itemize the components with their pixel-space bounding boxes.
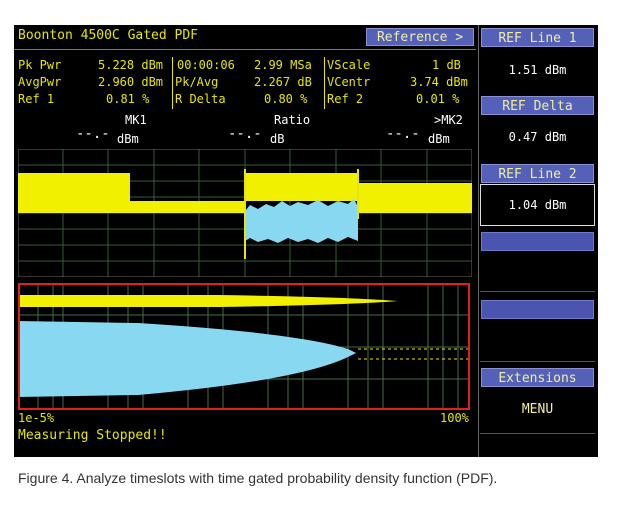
ref-line2-button[interactable]: REF Line 2 <box>481 164 594 183</box>
pk-avg-label: Pk/Avg <box>175 75 219 89</box>
pk-avg-value: 2.267 dB <box>254 75 312 89</box>
pdf-axis-right-label: 100% <box>440 411 469 425</box>
reference-button[interactable]: Reference > <box>366 28 474 46</box>
ref-line2-value-box[interactable]: 1.04 dBm <box>480 184 595 226</box>
ratio-unit: dB <box>270 132 285 146</box>
r-delta-value: 0.80 % <box>264 92 308 106</box>
avg-pwr-label: AvgPwr <box>18 75 62 89</box>
pdf-axis-left-label: 1e-5% <box>18 411 55 425</box>
softkey-blank-2[interactable] <box>481 300 594 319</box>
ref-line2-value: 1.04 dBm <box>508 198 567 212</box>
softkey-blank-1[interactable] <box>481 232 594 251</box>
pdf-graph <box>18 283 470 410</box>
vscale-value: 1 dB <box>432 58 461 72</box>
pk-pwr-label: Pk Pwr <box>18 58 62 72</box>
ref-delta-button[interactable]: REF Delta <box>481 96 594 115</box>
figure-caption: Figure 4. Analyze timeslots with time ga… <box>18 470 498 486</box>
mk2-value: --.- <box>386 126 420 142</box>
ref2-label: Ref 2 <box>327 92 364 106</box>
ref-delta-value: 0.47 dBm <box>508 130 567 144</box>
pdf-yellow-curve <box>18 295 398 307</box>
vscale-label: VScale <box>327 58 371 72</box>
extensions-button[interactable]: Extensions <box>481 368 594 387</box>
instrument-title: Boonton 4500C Gated PDF <box>18 28 199 43</box>
mk1-value: --.- <box>76 126 110 142</box>
mk2-label: >MK2 <box>434 113 463 127</box>
pk-pwr-value: 5.228 dBm <box>98 58 164 72</box>
r-delta-label: R Delta <box>175 92 226 106</box>
time-value: 00:00:06 <box>177 58 235 72</box>
mk1-label: MK1 <box>125 113 147 127</box>
cyan-noise-trace <box>245 199 358 243</box>
ref-line1-value: 1.51 dBm <box>508 63 567 77</box>
ratio-label: Ratio <box>274 113 311 127</box>
ref1-value: 0.81 % <box>106 92 150 106</box>
ratio-value: --.- <box>228 126 262 142</box>
ref-line1-button[interactable]: REF Line 1 <box>481 28 594 47</box>
rate-value: 2.99 MSa <box>254 58 312 72</box>
ref2-value: 0.01 % <box>416 92 460 106</box>
mk1-unit: dBm <box>117 132 139 146</box>
status-message: Measuring Stopped!! <box>18 428 167 443</box>
vcentr-value: 3.74 dBm <box>410 75 468 89</box>
avg-pwr-value: 2.960 dBm <box>98 75 164 89</box>
mk2-unit: dBm <box>428 132 450 146</box>
instrument-screen: Boonton 4500C Gated PDF Reference > Pk P… <box>14 25 598 457</box>
vcentr-label: VCentr <box>327 75 371 89</box>
power-trace-graph <box>18 149 472 277</box>
pdf-cyan-curve <box>18 321 356 397</box>
ref1-label: Ref 1 <box>18 92 55 106</box>
menu-button[interactable]: MENU <box>481 402 594 417</box>
